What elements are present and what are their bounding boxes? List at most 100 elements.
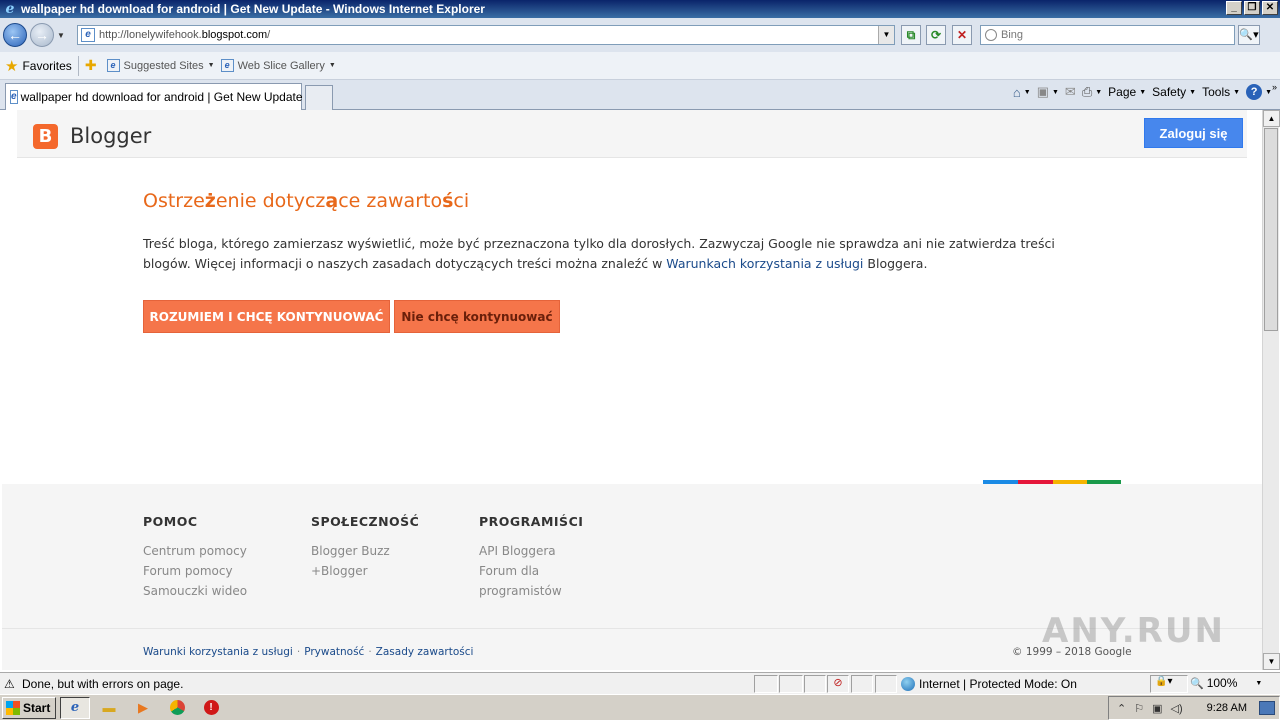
favorites-button[interactable]: ★ Favorites	[5, 57, 72, 75]
continue-button[interactable]: ROZUMIEM I CHCĘ KONTYNUOWAĆ	[143, 300, 390, 333]
ie-logo-icon: e	[5, 1, 15, 17]
footer-link[interactable]: Forum pomocy	[143, 561, 247, 581]
ie-page-icon: e	[106, 59, 120, 72]
system-tray: ⌃ ⚐ ▣ ◁) 9:28 AM	[1108, 696, 1280, 720]
footer-link[interactable]: +Blogger	[311, 561, 419, 581]
security-zone[interactable]: Internet | Protected Mode: On	[899, 675, 1147, 693]
compatibility-view-icon[interactable]: ⧉	[901, 25, 921, 45]
footer-link[interactable]: API Bloggera	[479, 541, 583, 561]
tray-expand-icon[interactable]: ⌃	[1117, 702, 1126, 715]
add-favorite-icon[interactable]: ✚	[85, 57, 97, 74]
feeds-button[interactable]: ▣ ▼	[1037, 84, 1059, 100]
warning-body: Treść bloga, którego zamierzasz wyświetl…	[143, 236, 1055, 271]
separator	[77, 55, 79, 76]
content-policy-link[interactable]: Zasady zawartości	[376, 646, 474, 658]
search-placeholder: Bing	[1001, 29, 1024, 41]
terms-footer-link[interactable]: Warunki korzystania z usługi	[143, 646, 293, 658]
status-bar: ⚠ Done, but with errors on page. ⊘ Inter…	[0, 672, 1280, 694]
scroll-up-icon[interactable]: ▲	[1263, 110, 1280, 127]
show-desktop-icon[interactable]	[1259, 701, 1275, 715]
network-icon[interactable]: ▣	[1152, 702, 1162, 715]
footer-link[interactable]: Centrum pomocy	[143, 541, 247, 561]
warning-icon[interactable]: ⚠	[4, 678, 18, 690]
chevron-down-icon: ▼	[207, 62, 215, 69]
volume-icon[interactable]: ◁)	[1171, 702, 1183, 715]
restore-button[interactable]: ❐	[1244, 1, 1260, 15]
footer-link[interactable]: Blogger Buzz	[311, 541, 419, 561]
scroll-down-icon[interactable]: ▼	[1263, 653, 1280, 670]
suggested-sites-link[interactable]: e Suggested Sites ▼	[106, 59, 215, 72]
popup-blocker-icon[interactable]: ⊘	[827, 675, 849, 693]
star-icon: ★	[5, 57, 19, 75]
taskbar-ie-icon[interactable]: e	[60, 696, 90, 719]
stop-icon[interactable]: ✕	[952, 25, 972, 45]
ie-page-icon: e	[10, 90, 18, 104]
mail-button[interactable]: ✉	[1065, 84, 1076, 100]
title-bar: e wallpaper hd download for android | Ge…	[0, 0, 1280, 18]
blogger-wordmark[interactable]: Blogger	[70, 124, 151, 148]
bing-icon	[985, 29, 997, 41]
chevron-more-icon[interactable]: »	[1272, 82, 1277, 92]
back-button[interactable]: ←	[3, 23, 27, 47]
footer-col-help: POMOC Centrum pomocy Forum pomocy Samouc…	[143, 514, 247, 601]
printer-icon: ⎙	[1081, 84, 1093, 99]
footer-link[interactable]: programistów	[479, 581, 583, 601]
tab-bar: e wallpaper hd download for android | Ge…	[0, 80, 1280, 110]
footer-heading: PROGRAMIŚCI	[479, 514, 584, 529]
suggested-sites-label: Suggested Sites	[123, 59, 204, 72]
forward-button[interactable]: →	[30, 23, 54, 47]
new-tab-button[interactable]	[305, 85, 333, 110]
print-button[interactable]: ⎙ ▼	[1082, 84, 1102, 100]
protected-mode-icon[interactable]: 🔒▾	[1150, 675, 1188, 693]
ie-page-icon: e	[220, 59, 234, 72]
blogger-logo-icon[interactable]: B	[33, 124, 58, 149]
clock[interactable]: 9:28 AM	[1207, 702, 1247, 714]
address-dropdown-icon[interactable]: ▼	[878, 26, 894, 44]
chevron-down-icon: ▼	[328, 62, 336, 69]
close-window-button[interactable]: ✕	[1262, 1, 1278, 15]
taskbar-explorer-icon[interactable]: ▬	[94, 697, 124, 719]
anyrun-watermark: ANY.RUN	[1042, 611, 1225, 651]
scroll-thumb[interactable]	[1264, 128, 1278, 331]
address-url[interactable]: http://lonelywifehook.blogspot.com/	[99, 29, 270, 41]
tab-label: wallpaper hd download for android | Get …	[20, 90, 303, 104]
home-icon: ⌂	[1012, 84, 1021, 100]
start-button[interactable]: Start	[2, 696, 56, 719]
status-cell	[875, 675, 897, 693]
dont-continue-button[interactable]: Nie chcę kontynuować	[394, 300, 560, 333]
history-dropdown-icon[interactable]: ▼	[57, 31, 67, 40]
tab-active[interactable]: e wallpaper hd download for android | Ge…	[5, 83, 303, 110]
action-center-flag-icon[interactable]: ⚐	[1134, 702, 1144, 715]
terms-link[interactable]: Warunkach korzystania z usługi	[666, 256, 863, 271]
minimize-button[interactable]: _	[1226, 1, 1242, 15]
status-cell	[754, 675, 778, 693]
privacy-link[interactable]: Prywatność	[304, 646, 364, 658]
address-toolbar: ← → ▼ e http://lonelywifehook.blogspot.c…	[0, 18, 1280, 52]
zoom-level: 100%	[1206, 676, 1238, 690]
home-button[interactable]: ⌂ ▼	[1013, 85, 1031, 100]
command-bar: ⌂ ▼ ▣ ▼ ✉ ⎙ ▼ Page ▼ Safety ▼ Tools ▼ ? ▼	[1013, 84, 1272, 100]
zoom-control[interactable]: 🔍 100% ▼	[1190, 676, 1262, 690]
page-icon: e	[81, 28, 95, 42]
refresh-icon[interactable]: ⟳	[926, 25, 946, 45]
rss-icon: ▣	[1036, 84, 1049, 99]
footer-link[interactable]: Samouczki wideo	[143, 581, 247, 601]
vertical-scrollbar[interactable]: ▲ ▼	[1262, 110, 1280, 670]
help-button[interactable]: ? ▼	[1246, 84, 1272, 100]
web-slice-gallery-link[interactable]: e Web Slice Gallery ▼	[220, 59, 336, 72]
page-menu[interactable]: Page ▼	[1108, 85, 1146, 99]
sign-in-button[interactable]: Zaloguj się	[1144, 118, 1243, 148]
window-title: wallpaper hd download for android | Get …	[21, 2, 485, 16]
search-button[interactable]: 🔍▾	[1238, 25, 1260, 45]
taskbar: Start e ▬ ▶ ! ⌃ ⚐ ▣ ◁) 9:28 AM	[0, 694, 1280, 720]
taskbar-chrome-icon[interactable]	[162, 697, 192, 719]
search-box[interactable]: Bing	[980, 25, 1235, 45]
tools-menu[interactable]: Tools ▼	[1202, 85, 1240, 99]
taskbar-media-player-icon[interactable]: ▶	[128, 697, 158, 719]
zone-label: Internet | Protected Mode: On	[919, 677, 1077, 691]
taskbar-security-icon[interactable]: !	[196, 697, 226, 719]
footer-heading: POMOC	[143, 514, 198, 529]
footer-link[interactable]: Forum dla	[479, 561, 583, 581]
safety-menu[interactable]: Safety ▼	[1152, 85, 1196, 99]
address-bar[interactable]: e http://lonelywifehook.blogspot.com/ ▼	[77, 25, 895, 45]
